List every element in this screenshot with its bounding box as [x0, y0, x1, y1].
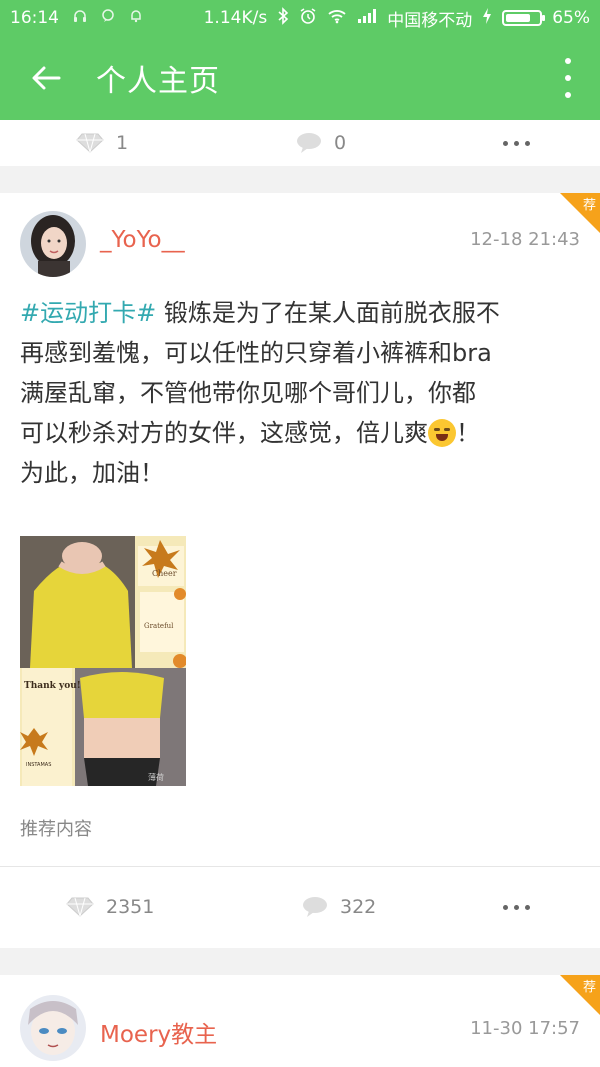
- like-count: 2351: [106, 896, 155, 918]
- like-button[interactable]: 1: [76, 132, 128, 154]
- image-text: Cheer: [152, 569, 177, 578]
- post-card: 荐 _YoYo__ 12-18 21:43 #运动打卡# 锻炼是为了在某人面前脱…: [0, 193, 600, 948]
- comment-count: 322: [340, 896, 377, 918]
- more-horizontal-icon[interactable]: [503, 140, 530, 146]
- alarm-icon: [299, 7, 317, 30]
- topic-tag[interactable]: #运动打卡#: [20, 299, 156, 327]
- username[interactable]: Moery教主: [100, 1015, 217, 1049]
- comment-count: 0: [334, 132, 347, 154]
- image-text: Grateful: [144, 622, 174, 630]
- status-time: 16:14: [10, 8, 59, 28]
- page-title: 个人主页: [96, 64, 220, 99]
- chat-icon: [101, 9, 115, 27]
- post-text: #运动打卡# 锻炼是为了在某人面前脱衣服不 再感到羞愧，可以任性的只穿着小裤裤和…: [0, 293, 600, 493]
- comment-bubble-icon: [303, 897, 327, 917]
- status-bar: 16:14 1.14K/s 中国移不动 65%: [0, 0, 600, 36]
- like-button[interactable]: 2351: [66, 896, 154, 918]
- app-bar: 个人主页: [0, 36, 600, 120]
- username[interactable]: _YoYo__: [100, 227, 185, 253]
- post-text-line: 再感到羞愧，可以任性的只穿着小裤裤和bra: [20, 339, 492, 367]
- recommended-badge-label: 荐: [582, 980, 596, 995]
- battery-icon: [502, 10, 546, 26]
- more-horizontal-icon[interactable]: [503, 904, 530, 910]
- wifi-icon: [327, 8, 347, 29]
- laughing-emoji-icon: [428, 419, 456, 447]
- image-watermark: 薄荷: [148, 772, 164, 782]
- recommend-label: 推荐内容: [20, 819, 92, 840]
- prev-post-card: 1 0: [0, 120, 600, 166]
- post-text-line: 满屋乱窜，不管他带你见哪个哥们儿，你都: [20, 379, 476, 407]
- post-actions: 2351 322: [0, 867, 600, 947]
- notification-icon: [129, 9, 143, 27]
- image-text: Thank you!: [24, 681, 81, 691]
- post-text-line: ！: [456, 419, 480, 447]
- carrier-name: 中国移不动: [387, 10, 473, 31]
- diamond-like-icon: [66, 897, 94, 917]
- post-header: _YoYo__ 12-18 21:43: [0, 193, 600, 293]
- back-arrow-icon: [32, 66, 61, 90]
- bluetooth-icon: [277, 6, 289, 30]
- comment-button[interactable]: 322: [302, 896, 376, 918]
- post-text-line: 为此，加油！: [20, 459, 164, 487]
- avatar[interactable]: [20, 211, 86, 277]
- diamond-like-icon: [76, 133, 104, 153]
- image-text: INSTAMAS: [26, 762, 51, 768]
- back-button[interactable]: [18, 50, 74, 106]
- headset-icon: [73, 9, 87, 27]
- avatar[interactable]: [20, 995, 86, 1061]
- post-time: 12-18 21:43: [470, 229, 580, 250]
- post-time: 11-30 17:57: [470, 1018, 580, 1039]
- more-vertical-icon[interactable]: [558, 58, 578, 98]
- comment-button[interactable]: 0: [296, 132, 346, 154]
- charging-icon: [482, 7, 492, 29]
- signal-icon: [357, 8, 377, 28]
- post-text-line: 可以秒杀对方的女伴，这感觉，倍儿爽: [20, 419, 428, 447]
- like-count: 1: [116, 132, 129, 154]
- post-card: 荐 Moery教主 11-30 17:57: [0, 975, 600, 1067]
- network-speed: 1.14K/s: [203, 8, 268, 28]
- post-text-line: 锻炼是为了在某人面前脱衣服不: [156, 299, 500, 327]
- battery-percent: 65%: [552, 8, 590, 28]
- comment-bubble-icon: [297, 133, 321, 153]
- post-image[interactable]: Cheer Grateful Thank you! INSTAMAS 薄荷: [20, 536, 186, 786]
